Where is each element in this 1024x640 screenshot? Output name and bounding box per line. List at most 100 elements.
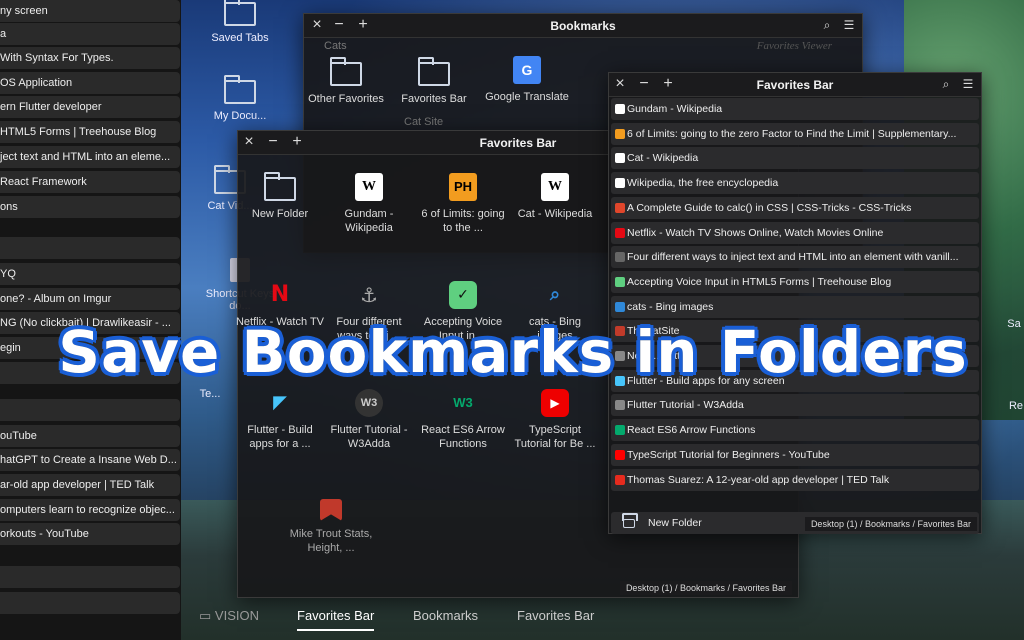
sidebar-item[interactable]	[0, 566, 180, 588]
bookmark-row[interactable]: React ES6 Arrow Functions	[611, 419, 979, 442]
favicon-icon	[615, 202, 625, 213]
favicon-icon	[615, 104, 625, 114]
sidebar-item[interactable]: ject text and HTML into an eleme...	[0, 146, 180, 168]
sidebar-item[interactable]: ny screen	[0, 0, 180, 22]
desktop-icon-label: Saved Tabs	[211, 32, 269, 44]
bookmark-item-other-favorites[interactable]: Other Favorites	[301, 57, 391, 106]
bookmark-item-favorites-bar[interactable]: Favorites Bar	[389, 57, 479, 106]
tab-label: Favorites Bar	[517, 608, 595, 623]
window-title: Bookmarks	[550, 19, 616, 33]
sidebar-item[interactable]: orkouts - YouTube	[0, 523, 180, 545]
bookmark-title: Cat - Wikipedia	[627, 152, 699, 165]
bookmark-row[interactable]: Thomas Suarez: A 12-year-old app develop…	[611, 468, 979, 491]
grid-item-flutter-tutorial[interactable]: W3 Flutter Tutorial - W3Adda	[324, 389, 414, 451]
sidebar-item[interactable]: YQ	[0, 263, 180, 285]
item-label: Flutter Tutorial - W3Adda	[330, 424, 408, 450]
bookmark-row[interactable]: Flutter Tutorial - W3Adda	[611, 394, 979, 417]
bookmark-row[interactable]: Gundam - Wikipedia	[611, 98, 979, 120]
bookmark-row[interactable]: Netflix - Watch TV Shows Online, Watch M…	[611, 221, 979, 244]
item-label: React ES6 Arrow Functions	[421, 424, 505, 450]
folder-icon	[330, 57, 362, 86]
grid-item-cat-wikipedia[interactable]: W Cat - Wikipedia	[510, 173, 600, 221]
treehouse-icon: ✓	[449, 281, 477, 309]
grid-item-mike-trout[interactable]: Mike Trout Stats, Height, ...	[286, 499, 376, 555]
favicon-icon	[615, 128, 625, 139]
item-label: Other Favorites	[308, 93, 384, 105]
desktop-icon-te[interactable]: Te...	[180, 388, 240, 400]
folder-icon	[264, 172, 296, 201]
grid-item-flutter[interactable]: ◤ Flutter - Build apps for a ...	[235, 389, 325, 451]
favicon-icon	[615, 252, 625, 263]
bookmark-item-google-translate[interactable]: G Google Translate	[482, 56, 572, 104]
grid-item-6-of-limits[interactable]: PH 6 of Limits: going to the ...	[418, 173, 508, 235]
sidebar-item[interactable]: With Syntax For Types.	[0, 47, 180, 69]
sidebar-item[interactable]	[0, 592, 180, 614]
desktop-icon-saved-tabs[interactable]: Saved Tabs	[200, 0, 280, 44]
bookmark-row[interactable]: 6 of Limits: going to the zero Factor to…	[611, 122, 979, 145]
sidebar-item[interactable]: hatGPT to Create a Insane Web D...	[0, 449, 180, 471]
bookmark-row[interactable]: Accepting Voice Input in HTML5 Forms | T…	[611, 270, 979, 293]
youtube-icon: ▶	[541, 389, 569, 417]
bookmark-title: Four different ways to inject text and H…	[627, 251, 959, 264]
sidebar-item[interactable]: OS Application	[0, 72, 180, 94]
bookmark-title: 6 of Limits: going to the zero Factor to…	[627, 127, 957, 140]
wikipedia-icon: W	[541, 173, 569, 201]
sidebar-item[interactable]: a	[0, 23, 180, 45]
search-icon[interactable]: ⌕	[937, 75, 955, 93]
item-label: Flutter - Build apps for a ...	[247, 424, 313, 450]
bookmark-row[interactable]: cats - Bing images	[611, 295, 979, 318]
window-title: Favorites Bar	[756, 78, 834, 92]
bookmark-row[interactable]: TypeScript Tutorial for Beginners - YouT…	[611, 443, 979, 466]
item-label: TypeScript Tutorial for Be ...	[514, 424, 596, 450]
breadcrumb-path: Desktop (1) / Bookmarks / Favorites Bar	[804, 517, 977, 531]
desktop-icon-my-documents[interactable]: My Docu...	[200, 75, 280, 122]
sidebar-item[interactable]: omputers learn to recognize objec...	[0, 499, 180, 521]
sidebar-item[interactable]: ern Flutter developer	[0, 96, 180, 118]
grid-item-new-folder[interactable]: New Folder	[235, 172, 325, 221]
anchor-icon: ⚓	[360, 283, 378, 307]
grid-item-react-es6[interactable]: W3 React ES6 Arrow Functions	[418, 389, 508, 451]
item-label: Gundam - Wikipedia	[344, 208, 394, 234]
favicon-icon	[615, 276, 625, 287]
sidebar-item[interactable]	[0, 237, 180, 259]
sidebar-item[interactable]: ar-old app developer | TED Talk	[0, 474, 180, 496]
item-label: Google Translate	[485, 91, 569, 103]
new-folder-label: New Folder	[648, 517, 702, 529]
bookmark-title: Netflix - Watch TV Shows Online, Watch M…	[627, 226, 884, 239]
tab-favorites-bar-2[interactable]: Favorites Bar	[517, 608, 594, 623]
bookmark-row[interactable]: Wikipedia, the free encyclopedia	[611, 172, 979, 195]
grid-item-gundam[interactable]: W Gundam - Wikipedia	[324, 173, 414, 235]
desktop-icon-label: Re	[1008, 400, 1024, 412]
sidebar-item[interactable]	[0, 399, 180, 421]
window-icon: ▭	[199, 608, 215, 623]
bookmark-icon	[320, 499, 342, 521]
item-label: Cat - Wikipedia	[517, 208, 593, 220]
bookmarks-titlebar: × − + Bookmarks ⌕ ☰	[304, 14, 862, 38]
sidebar-item[interactable]: ons	[0, 196, 180, 218]
sidebar-item[interactable]: React Framework	[0, 171, 180, 193]
search-icon[interactable]: ⌕	[818, 16, 836, 34]
favorites-list-window: × − + Favorites Bar ⌕ ☰ Gundam - Wikiped…	[608, 72, 982, 534]
search-icon: ⌕	[549, 284, 561, 305]
bookmark-title: Thomas Suarez: A 12-year-old app develop…	[627, 473, 890, 486]
grid-item-typescript[interactable]: ▶ TypeScript Tutorial for Be ...	[510, 389, 600, 451]
menu-icon[interactable]: ☰	[840, 16, 858, 34]
bottom-tab-bar: ▭ VISION Favorites Bar Bookmarks Favorit…	[185, 600, 1024, 640]
sidebar-item[interactable]: HTML5 Forms | Treehouse Blog	[0, 121, 180, 143]
item-label: New Folder	[251, 208, 309, 220]
w3adda-icon: W3	[355, 389, 383, 417]
tab-favorites-bar[interactable]: Favorites Bar	[297, 608, 375, 631]
sidebar-item[interactable]: ouTube	[0, 425, 180, 447]
desktop-icon-re[interactable]: Re	[1008, 400, 1024, 412]
netflix-icon: N	[270, 282, 290, 307]
menu-icon[interactable]: ☰	[959, 75, 977, 93]
tab-vision[interactable]: ▭ VISION	[199, 608, 259, 624]
w3schools-icon: W3	[453, 395, 473, 410]
sidebar-item[interactable]: one? - Album on Imgur	[0, 288, 180, 310]
favicon-icon	[615, 425, 625, 436]
bookmark-row[interactable]: Cat - Wikipedia	[611, 147, 979, 170]
tab-bookmarks[interactable]: Bookmarks	[413, 608, 478, 623]
bookmark-row[interactable]: Four different ways to inject text and H…	[611, 246, 979, 269]
bookmark-row[interactable]: A Complete Guide to calc() in CSS | CSS-…	[611, 196, 979, 219]
bg-watermark: Favorites Viewer	[756, 40, 832, 52]
